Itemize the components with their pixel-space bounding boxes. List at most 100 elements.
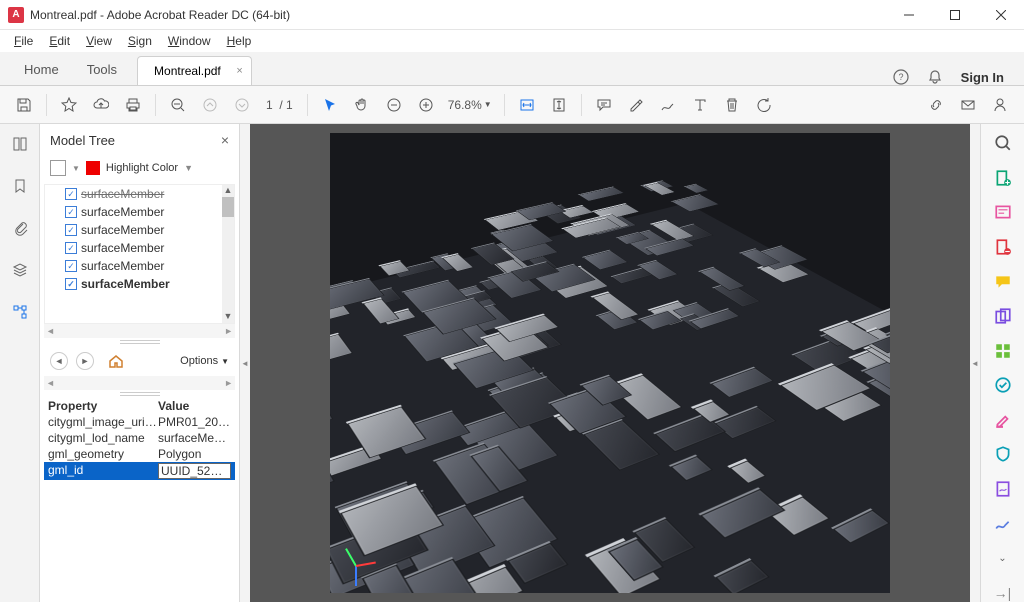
redact-tool-icon[interactable] [992,411,1014,430]
nav-forward-button[interactable]: ► [76,352,94,370]
scroll-down-arrow-icon[interactable]: ▼ [222,311,234,323]
tree-item[interactable]: ✓surfaceMember [45,275,222,293]
model-tree-pane-icon[interactable] [10,302,30,322]
fill-sign-tool-icon[interactable] [992,480,1014,499]
layers-pane-icon[interactable] [10,260,30,280]
zoom-minus-icon[interactable] [380,91,408,119]
property-value-editor[interactable]: UUID_5225ac04-3810-4184-8dcc-caeb15d731d… [158,463,231,479]
search-tool-icon[interactable] [992,134,1014,153]
menu-file[interactable]: File [6,32,41,50]
organize-tool-icon[interactable] [992,341,1014,360]
tree-item-checkbox-icon[interactable]: ✓ [65,188,77,200]
property-header-name: Property [48,399,158,413]
pointer-icon[interactable] [316,91,344,119]
tree-view-dropdown-icon[interactable]: ▼ [72,164,80,173]
property-row[interactable]: citygml_image_uri_frontPMR01_2013_App [44,414,235,430]
tree-item-checkbox-icon[interactable]: ✓ [65,278,77,290]
link-icon[interactable] [922,91,950,119]
protect-tool-icon[interactable] [992,445,1014,464]
page-indicator[interactable]: 1 / 1 [260,98,299,112]
collapse-tools-icon[interactable]: →| [992,584,1014,602]
minimize-button[interactable] [886,0,932,30]
tab-bar: Home Tools Montreal.pdf × ? Sign In [0,52,1024,86]
tree-item[interactable]: ✓surfaceMember [45,185,222,203]
menu-sign[interactable]: Sign [120,32,160,50]
tab-home[interactable]: Home [10,54,73,85]
tree-item-checkbox-icon[interactable]: ✓ [65,224,77,236]
model-tree-list[interactable]: ✓surfaceMember✓surfaceMember✓surfaceMemb… [44,184,235,324]
combine-tool-icon[interactable] [992,307,1014,326]
panel-splitter-2[interactable] [40,390,239,398]
highlight-color-dropdown-icon[interactable]: ▼ [184,163,193,173]
menu-edit[interactable]: Edit [41,32,78,50]
highlight-pen-icon[interactable] [622,91,650,119]
tree-item-checkbox-icon[interactable]: ✓ [65,260,77,272]
help-icon[interactable]: ? [893,69,909,85]
scroll-thumb[interactable] [222,197,234,217]
tree-item[interactable]: ✓surfaceMember [45,221,222,239]
text-icon[interactable] [686,91,714,119]
user-icon[interactable] [986,91,1014,119]
nav-horizontal-scrollbar[interactable]: ◄► [44,376,235,390]
menu-window[interactable]: Window [160,32,219,50]
menu-view[interactable]: View [78,32,120,50]
property-header: Property Value [44,398,235,414]
panel-splitter[interactable] [40,338,239,346]
tree-horizontal-scrollbar[interactable]: ◄► [44,324,235,338]
attachment-pane-icon[interactable] [10,218,30,238]
sign-in-button[interactable]: Sign In [961,70,1004,85]
export-pdf-tool-icon[interactable] [992,169,1014,188]
close-button[interactable] [978,0,1024,30]
thumbnail-pane-icon[interactable] [10,134,30,154]
tab-tools[interactable]: Tools [73,54,131,85]
title-bar: A Montreal.pdf - Adobe Acrobat Reader DC… [0,0,1024,30]
star-icon[interactable] [55,91,83,119]
trash-icon[interactable] [718,91,746,119]
comment-tool-icon[interactable] [992,272,1014,291]
draw-icon[interactable] [654,91,682,119]
tree-view-mode-icon[interactable] [50,160,66,176]
more-tools-icon[interactable]: ⌄ [992,549,1014,568]
tree-item-checkbox-icon[interactable]: ✓ [65,242,77,254]
edit-pdf-tool-icon[interactable] [992,203,1014,222]
bell-icon[interactable] [927,69,943,85]
tab-document[interactable]: Montreal.pdf × [137,56,252,85]
zoom-out-icon[interactable] [164,91,192,119]
rotate-icon[interactable] [750,91,778,119]
comment-icon[interactable] [590,91,618,119]
menu-help[interactable]: Help [219,32,260,50]
tab-close-icon[interactable]: × [236,65,242,77]
zoom-plus-icon[interactable] [412,91,440,119]
tree-vertical-scrollbar[interactable]: ▲ ▼ [222,185,234,323]
scroll-up-arrow-icon[interactable]: ▲ [222,185,234,197]
panel-close-icon[interactable]: × [221,132,229,148]
tree-item[interactable]: ✓surfaceMember [45,257,222,275]
property-row[interactable]: gml_geometryPolygon [44,446,235,462]
highlight-color-swatch[interactable] [86,161,100,175]
create-pdf-tool-icon[interactable] [992,238,1014,257]
print-icon[interactable] [119,91,147,119]
maximize-button[interactable] [932,0,978,30]
home-view-icon[interactable] [108,353,124,369]
tree-item[interactable]: ✓surfaceMember [45,203,222,221]
mail-icon[interactable] [954,91,982,119]
fit-page-icon[interactable] [545,91,573,119]
3d-viewport[interactable] [330,133,890,593]
right-panel-collapse-button[interactable]: ◄ [970,124,980,602]
nav-back-button[interactable]: ◄ [50,352,68,370]
tree-item-checkbox-icon[interactable]: ✓ [65,206,77,218]
panel-collapse-button[interactable]: ◄ [240,124,250,602]
compress-tool-icon[interactable] [992,376,1014,395]
hand-icon[interactable] [348,91,376,119]
property-row[interactable]: citygml_lod_namesurfaceMember [44,430,235,446]
sign-tool-icon[interactable] [992,514,1014,533]
cloud-upload-icon[interactable] [87,91,115,119]
options-button[interactable]: Options ▼ [180,355,229,367]
zoom-level[interactable]: 76.8% ▼ [444,98,496,112]
document-viewer[interactable] [250,124,970,602]
tree-item[interactable]: ✓surfaceMember [45,239,222,257]
save-icon[interactable] [10,91,38,119]
property-row-selected[interactable]: gml_id UUID_5225ac04-3810-4184-8dcc-caeb… [44,462,235,480]
fit-width-icon[interactable] [513,91,541,119]
bookmark-pane-icon[interactable] [10,176,30,196]
